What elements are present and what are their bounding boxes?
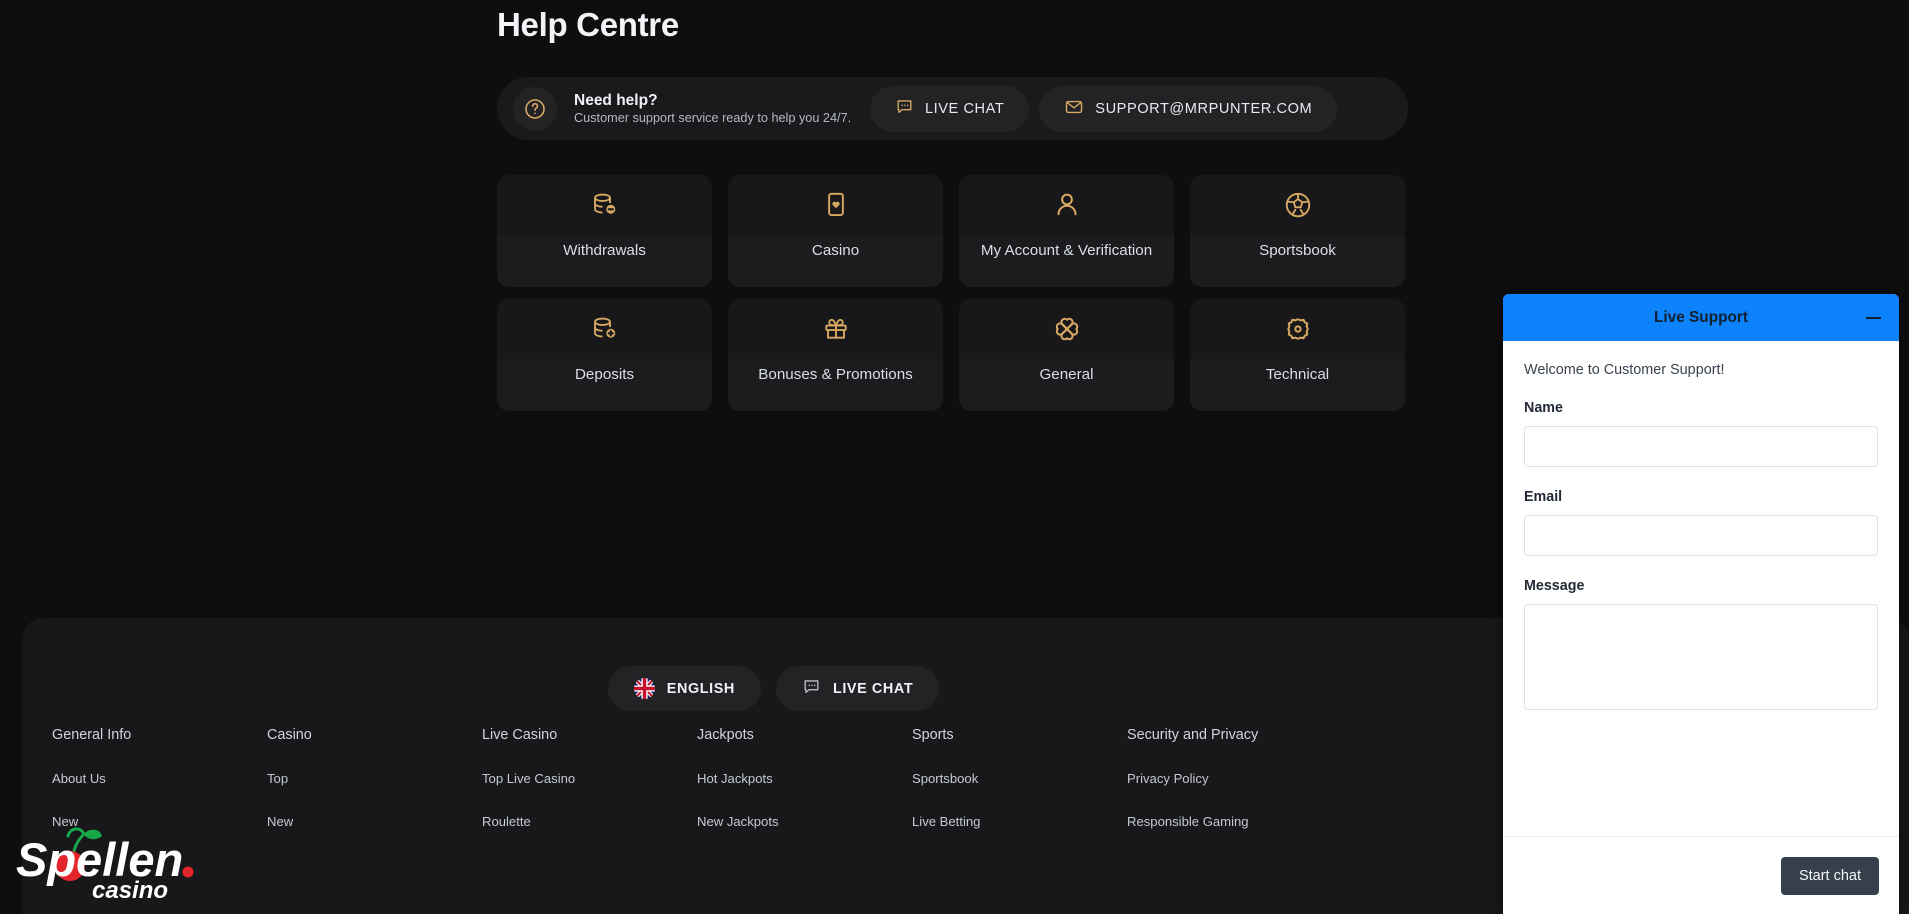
category-tiles: Withdrawals Casino My Account & Verifica… xyxy=(497,175,1409,411)
support-email-button[interactable]: SUPPORT@MRPUNTER.COM xyxy=(1039,85,1338,132)
support-email-button-label: SUPPORT@MRPUNTER.COM xyxy=(1095,100,1313,117)
category-tile-technical[interactable]: Technical xyxy=(1190,299,1405,411)
user-icon xyxy=(959,175,1174,235)
language-selector-label: ENGLISH xyxy=(666,680,735,697)
footer-column-casino: Casino Top New xyxy=(267,727,482,857)
category-tile-sportsbook[interactable]: Sportsbook xyxy=(1190,175,1405,287)
category-tile-label: Casino xyxy=(811,242,860,259)
need-help-subtitle: Customer support service ready to help y… xyxy=(574,111,852,125)
clover-icon xyxy=(959,299,1174,359)
footer-column-title: General Info xyxy=(52,727,132,743)
main-content: Help Centre Need help? Customer support … xyxy=(0,0,1503,618)
footer-live-chat-label: LIVE CHAT xyxy=(832,680,914,697)
database-plus-icon xyxy=(497,299,712,359)
category-tile-deposits[interactable]: Deposits xyxy=(497,299,712,411)
question-mark-circle-icon xyxy=(513,86,557,131)
footer-link[interactable]: Privacy Policy xyxy=(1127,771,1342,786)
envelope-icon xyxy=(1064,97,1084,121)
live-chat-button[interactable]: LIVE CHAT xyxy=(870,85,1030,132)
footer-link[interactable]: Hot Jackpots xyxy=(697,771,912,786)
footer-column-title: Casino xyxy=(267,727,312,743)
footer-link[interactable]: Top Live Casino xyxy=(482,771,697,786)
category-tile-label: Technical xyxy=(1265,366,1330,383)
category-tile-casino[interactable]: Casino xyxy=(728,175,943,287)
footer-link[interactable]: Responsible Gaming xyxy=(1127,814,1342,829)
email-field[interactable] xyxy=(1524,515,1878,556)
footer-column-security-and-privacy: Security and Privacy Privacy Policy Resp… xyxy=(1127,727,1342,857)
footer-column-title: Jackpots xyxy=(697,727,754,743)
help-centre-page: Help Centre Need help? Customer support … xyxy=(0,0,1909,914)
live-chat-button-label: LIVE CHAT xyxy=(925,100,1005,117)
live-support-welcome-message: Welcome to Customer Support! xyxy=(1524,362,1725,378)
need-help-text: Need help? Customer support service read… xyxy=(574,91,864,126)
footer-column-sports: Sports Sportsbook Live Betting xyxy=(912,727,1127,857)
football-icon xyxy=(1190,175,1405,235)
need-help-title: Need help? xyxy=(574,92,658,109)
category-tile-label: General xyxy=(1039,366,1094,383)
live-support-widget: Live Support Welcome to Customer Support… xyxy=(1503,294,1899,914)
live-support-header: Live Support xyxy=(1503,294,1899,341)
footer-live-chat-button[interactable]: LIVE CHAT xyxy=(775,666,940,711)
category-tile-my-account-verification[interactable]: My Account & Verification xyxy=(959,175,1174,287)
footer-column-jackpots: Jackpots Hot Jackpots New Jackpots xyxy=(697,727,912,857)
footer-column-title: Security and Privacy xyxy=(1127,727,1259,743)
name-field[interactable] xyxy=(1524,426,1878,467)
message-field[interactable] xyxy=(1524,604,1878,710)
email-field-label: Email xyxy=(1524,489,1563,505)
footer-link[interactable]: New xyxy=(267,814,482,829)
category-tile-label: My Account & Verification xyxy=(980,242,1153,259)
footer-link[interactable]: About Us xyxy=(52,771,267,786)
live-support-form: Welcome to Customer Support! Name Email … xyxy=(1503,341,1899,836)
footer-link[interactable]: Top xyxy=(267,771,482,786)
footer-column-general-info: General Info About Us New xyxy=(52,727,267,857)
category-tile-bonuses-promotions[interactable]: Bonuses & Promotions xyxy=(728,299,943,411)
footer-column-live-casino: Live Casino Top Live Casino Roulette xyxy=(482,727,697,857)
footer-action-pills: ENGLISH LIVE CHAT xyxy=(22,666,1525,711)
database-minus-icon xyxy=(497,175,712,235)
footer-column-title: Live Casino xyxy=(482,727,558,743)
playing-card-heart-icon xyxy=(728,175,943,235)
minimize-icon[interactable] xyxy=(1866,316,1881,319)
live-support-footer: Start chat xyxy=(1503,836,1899,914)
need-help-banner: Need help? Customer support service read… xyxy=(497,77,1408,140)
footer-link[interactable]: Sportsbook xyxy=(912,771,1127,786)
chat-bubble-icon xyxy=(895,97,914,120)
name-field-label: Name xyxy=(1524,400,1563,416)
category-tile-label: Sportsbook xyxy=(1259,242,1336,259)
footer-link[interactable]: New Jackpots xyxy=(697,814,912,829)
category-tile-label: Bonuses & Promotions xyxy=(758,366,913,383)
chat-bubble-icon xyxy=(802,677,821,700)
category-tile-withdrawals[interactable]: Withdrawals xyxy=(497,175,712,287)
page-title: Help Centre xyxy=(497,6,679,43)
category-tile-label: Deposits xyxy=(574,366,635,383)
gift-icon xyxy=(728,299,943,359)
need-help-actions: LIVE CHAT SUPPORT@MRPUNTER.COM xyxy=(870,85,1338,132)
footer-link[interactable]: Roulette xyxy=(482,814,697,829)
start-chat-button[interactable]: Start chat xyxy=(1780,856,1879,895)
category-tile-label: Withdrawals xyxy=(563,242,646,259)
message-field-label: Message xyxy=(1524,578,1585,594)
live-support-title: Live Support xyxy=(1653,308,1749,326)
uk-flag-icon xyxy=(633,678,655,699)
footer-link[interactable]: Live Betting xyxy=(912,814,1127,829)
language-selector-button[interactable]: ENGLISH xyxy=(607,666,761,711)
footer-link[interactable]: New xyxy=(52,814,267,829)
gear-icon xyxy=(1190,299,1405,359)
category-tile-general[interactable]: General xyxy=(959,299,1174,411)
footer-column-title: Sports xyxy=(912,727,954,743)
